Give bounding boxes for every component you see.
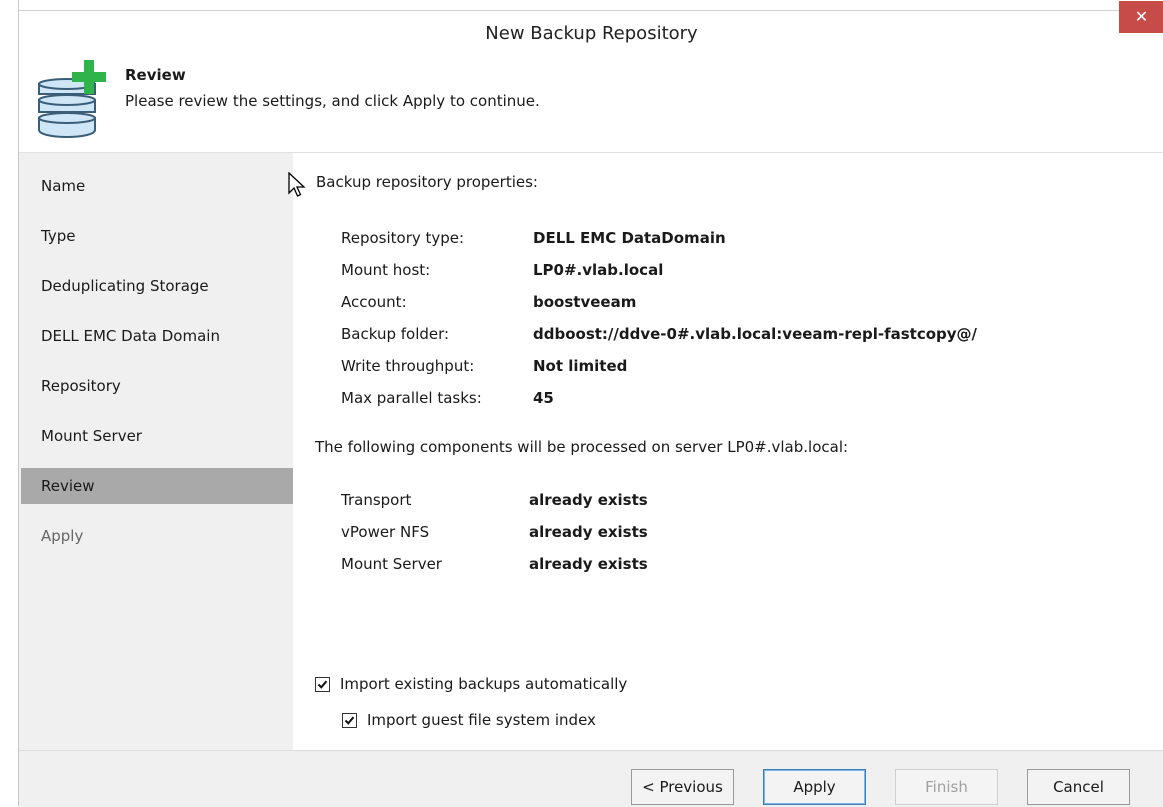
import-backups-checkbox-row[interactable]: Import existing backups automatically (315, 675, 627, 693)
close-button[interactable]: ✕ (1119, 1, 1163, 33)
cancel-button[interactable]: Cancel (1027, 769, 1130, 805)
property-label: Backup folder: (341, 325, 450, 343)
close-icon: ✕ (1134, 7, 1149, 26)
sidebar-item-apply: Apply (41, 527, 84, 545)
step-title: Review (125, 66, 186, 84)
wizard-footer: < Previous Apply Finish Cancel (19, 750, 1163, 807)
property-value: ddboost://ddve-0#.vlab.local:veeam-repl-… (533, 325, 978, 343)
sidebar-item-repository[interactable]: Repository (21, 368, 293, 404)
import-backups-checkbox[interactable] (315, 676, 330, 692)
window-title: New Backup Repository (485, 23, 698, 44)
sidebar-item-review[interactable]: Review (21, 468, 293, 504)
component-name: Transport (341, 491, 412, 509)
title-bar: New Backup Repository ✕ (19, 1, 1163, 59)
component-status: already exists (529, 523, 648, 541)
wizard-header: Review Please review the settings, and c… (19, 58, 1163, 153)
mouse-pointer-icon (288, 171, 306, 202)
property-value: 45 (533, 389, 554, 407)
import-backups-label: Import existing backups automatically (340, 675, 628, 693)
sidebar-item-mount-server[interactable]: Mount Server (21, 418, 293, 454)
import-index-checkbox-row[interactable]: Import guest file system index (342, 711, 596, 729)
wizard-steps-sidebar: Name Type Deduplicating Storage DELL EMC… (19, 153, 293, 750)
sidebar-item-deduplicating-storage[interactable]: Deduplicating Storage (21, 268, 293, 304)
property-value: DELL EMC DataDomain (533, 229, 726, 247)
property-value: LP0#.vlab.local (533, 261, 664, 279)
property-label: Mount host: (341, 261, 431, 279)
step-description: Please review the settings, and click Ap… (125, 92, 540, 110)
database-add-icon (35, 58, 111, 152)
component-status: already exists (529, 555, 648, 573)
sidebar-item-name[interactable]: Name (21, 168, 293, 204)
import-index-checkbox[interactable] (342, 712, 357, 728)
apply-button[interactable]: Apply (763, 769, 866, 805)
finish-button: Finish (895, 769, 998, 805)
import-index-label: Import guest file system index (367, 711, 596, 729)
property-label: Repository type: (341, 229, 465, 247)
property-label: Max parallel tasks: (341, 389, 482, 407)
component-name: vPower NFS (341, 523, 430, 541)
property-label: Write throughput: (341, 357, 475, 375)
review-panel: Backup repository properties: Repository… (293, 153, 1163, 750)
sidebar-item-dell-emc-data-domain[interactable]: DELL EMC Data Domain (21, 318, 293, 354)
new-backup-repository-dialog: New Backup Repository ✕ Review Please re… (18, 0, 1163, 807)
component-status: already exists (529, 491, 648, 509)
components-note: The following components will be process… (315, 438, 849, 456)
checkmark-icon (344, 716, 355, 725)
checkmark-icon (317, 680, 328, 689)
properties-heading: Backup repository properties: (316, 173, 538, 191)
sidebar-item-type[interactable]: Type (21, 218, 293, 254)
property-value: Not limited (533, 357, 628, 375)
previous-button[interactable]: < Previous (631, 769, 734, 805)
property-value: boostveeam (533, 293, 637, 311)
property-label: Account: (341, 293, 407, 311)
component-name: Mount Server (341, 555, 442, 573)
